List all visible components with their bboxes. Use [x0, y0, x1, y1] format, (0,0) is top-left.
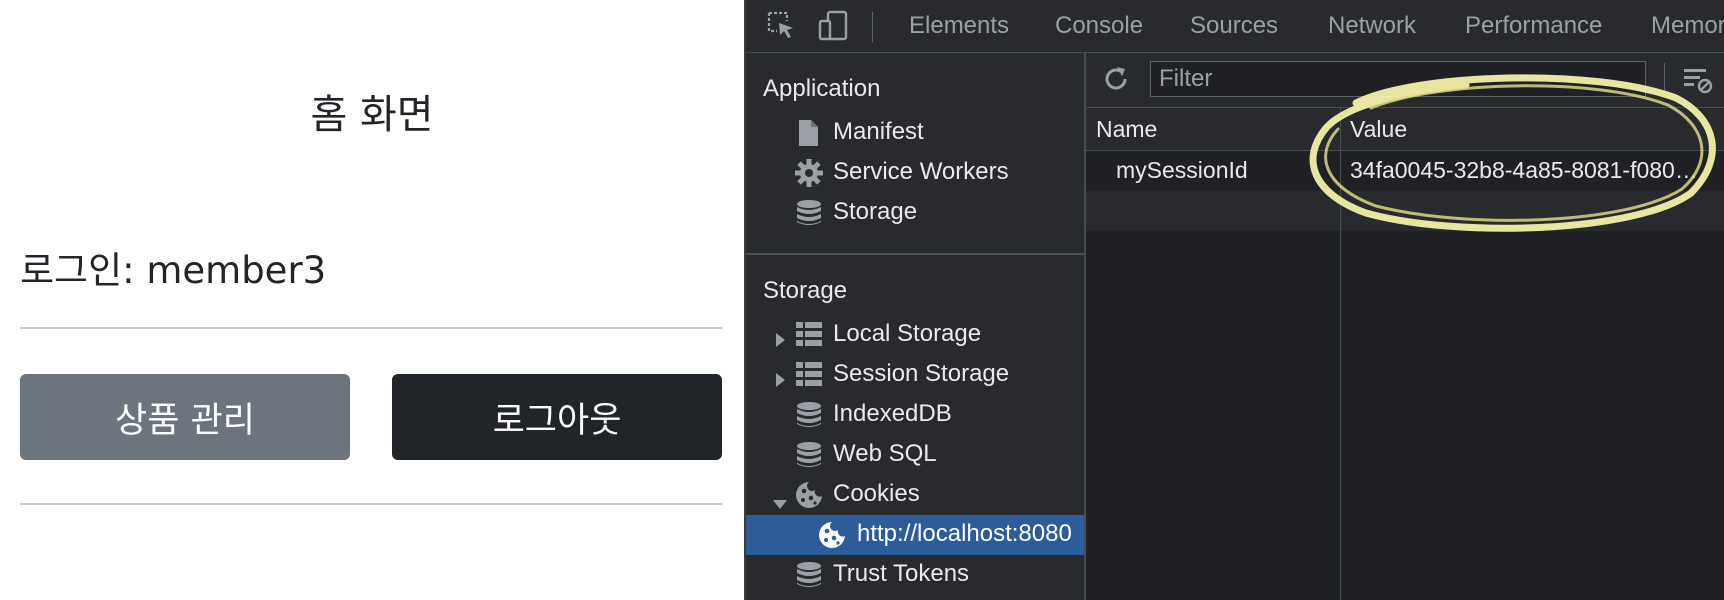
application-section-header: Application — [763, 75, 881, 102]
tab-console[interactable]: Console — [1055, 12, 1143, 40]
application-sidebar: Application Manifest Service Workers Sto… — [746, 53, 1086, 600]
database-icon — [796, 199, 822, 234]
file-icon — [797, 119, 819, 154]
page-title: 홈 화면 — [310, 92, 434, 138]
expand-arrow-icon[interactable] — [774, 327, 786, 355]
database-icon — [796, 561, 822, 596]
storage-section-header: Storage — [763, 277, 848, 304]
sidebar-item-cookie-localhost[interactable]: http://localhost:8080 — [746, 515, 1084, 555]
devtools-tabbar: Elements Console Sources Network Perform… — [746, 0, 1724, 53]
devtools-panel: Elements Console Sources Network Perform… — [744, 0, 1724, 600]
database-icon — [796, 401, 822, 436]
sidebar-item-manifest[interactable]: Manifest — [746, 113, 1084, 153]
sidebar-item-cookies[interactable]: Cookies — [746, 475, 1084, 515]
web-page: 홈 화면 로그인: member3 상품 관리 로그아웃 — [0, 0, 744, 600]
cookie-icon — [795, 481, 823, 516]
sidebar-item-trust-tokens[interactable]: Trust Tokens — [746, 555, 1084, 595]
sidebar-item-storage-overview[interactable]: Storage — [746, 193, 1084, 233]
tab-sources[interactable]: Sources — [1190, 12, 1278, 40]
toolbar-separator — [872, 12, 873, 42]
column-header-name[interactable]: Name — [1096, 116, 1157, 143]
table-icon — [796, 321, 822, 354]
item-management-button[interactable]: 상품 관리 — [20, 374, 350, 460]
sidebar-item-indexeddb[interactable]: IndexedDB — [746, 395, 1084, 435]
tab-memory[interactable]: Memor — [1651, 12, 1724, 40]
table-icon — [796, 361, 822, 394]
tab-performance[interactable]: Performance — [1465, 12, 1602, 40]
inspect-element-icon[interactable] — [766, 10, 796, 45]
divider-bottom — [20, 503, 722, 505]
logout-button[interactable]: 로그아웃 — [392, 374, 722, 460]
sidebar-item-web-sql[interactable]: Web SQL — [746, 435, 1084, 475]
tab-elements[interactable]: Elements — [909, 12, 1009, 40]
sidebar-item-local-storage[interactable]: Local Storage — [746, 315, 1084, 355]
sidebar-item-service-workers[interactable]: Service Workers — [746, 153, 1084, 193]
database-icon — [796, 441, 822, 476]
cookie-panel: Name Value mySessionId 34fa0045-32b8-4a8… — [1086, 53, 1724, 600]
login-status: 로그인: member3 — [20, 249, 327, 292]
cookie-icon — [818, 521, 846, 556]
tab-network[interactable]: Network — [1328, 12, 1416, 40]
divider-top — [20, 327, 722, 329]
device-toggle-icon[interactable] — [818, 10, 850, 47]
expand-arrow-icon[interactable] — [774, 367, 786, 395]
highlight-ellipse-annotation — [1309, 74, 1716, 232]
sidebar-divider — [746, 253, 1084, 255]
gear-icon — [795, 159, 823, 194]
collapse-arrow-icon[interactable] — [772, 489, 788, 517]
sidebar-item-session-storage[interactable]: Session Storage — [746, 355, 1084, 395]
cookie-name: mySessionId — [1116, 157, 1248, 183]
refresh-icon[interactable] — [1102, 65, 1130, 98]
